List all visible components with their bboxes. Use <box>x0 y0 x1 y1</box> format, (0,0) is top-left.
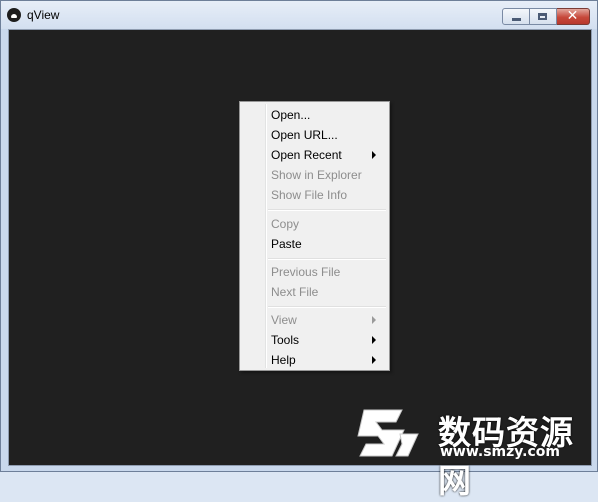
menu-item-label: Open Recent <box>271 148 342 162</box>
minimize-icon <box>512 18 521 21</box>
menu-item-label: Copy <box>271 217 300 231</box>
menu-item-next-file: Next File <box>241 282 388 302</box>
menu-item-label: Open... <box>271 108 311 122</box>
menu-item-label: Previous File <box>271 265 341 279</box>
submenu-arrow-icon <box>372 316 376 324</box>
close-icon: ✕ <box>566 8 579 24</box>
menu-item-paste[interactable]: Paste <box>241 234 388 254</box>
menu-item-label: Tools <box>271 333 300 347</box>
menu-separator <box>268 306 386 308</box>
menu-separator <box>268 209 386 211</box>
submenu-arrow-icon <box>372 356 376 364</box>
menu-item-open-recent[interactable]: Open Recent <box>241 145 388 165</box>
menu-item-label: Help <box>271 353 296 367</box>
window-title: qView <box>27 8 60 22</box>
menu-item-label: Next File <box>271 285 319 299</box>
menu-item-label: View <box>271 313 297 327</box>
menu-item-tools[interactable]: Tools <box>241 330 388 350</box>
menu-item-label: Show File Info <box>271 188 348 202</box>
minimize-button[interactable] <box>502 8 530 25</box>
menu-item-label: Show in Explorer <box>271 168 362 182</box>
watermark-url: www.smzy.com <box>440 444 560 460</box>
menu-item-open-url[interactable]: Open URL... <box>241 125 388 145</box>
menu-item-previous-file: Previous File <box>241 262 388 282</box>
menu-item-open[interactable]: Open... <box>241 105 388 125</box>
context-menu: Open... Open URL... Open Recent Show in … <box>239 101 390 371</box>
menu-item-help[interactable]: Help <box>241 350 388 370</box>
watermark: 数码资源网 www.smzy.com <box>356 402 592 500</box>
qview-app-icon[interactable] <box>7 8 21 22</box>
menu-item-show-file-info: Show File Info <box>241 185 388 205</box>
watermark-logo-icon <box>357 409 419 457</box>
maximize-button[interactable] <box>530 8 557 25</box>
menu-item-view: View <box>241 310 388 330</box>
menu-item-label: Paste <box>271 237 302 251</box>
title-bar[interactable]: qView ✕ <box>1 1 597 29</box>
menu-item-label: Open URL... <box>271 128 338 142</box>
maximize-icon <box>538 13 547 20</box>
submenu-arrow-icon <box>372 336 376 344</box>
menu-separator <box>268 258 386 260</box>
menu-item-show-in-explorer: Show in Explorer <box>241 165 388 185</box>
submenu-arrow-icon <box>372 151 376 159</box>
close-button[interactable]: ✕ <box>557 8 590 25</box>
menu-item-copy: Copy <box>241 214 388 234</box>
